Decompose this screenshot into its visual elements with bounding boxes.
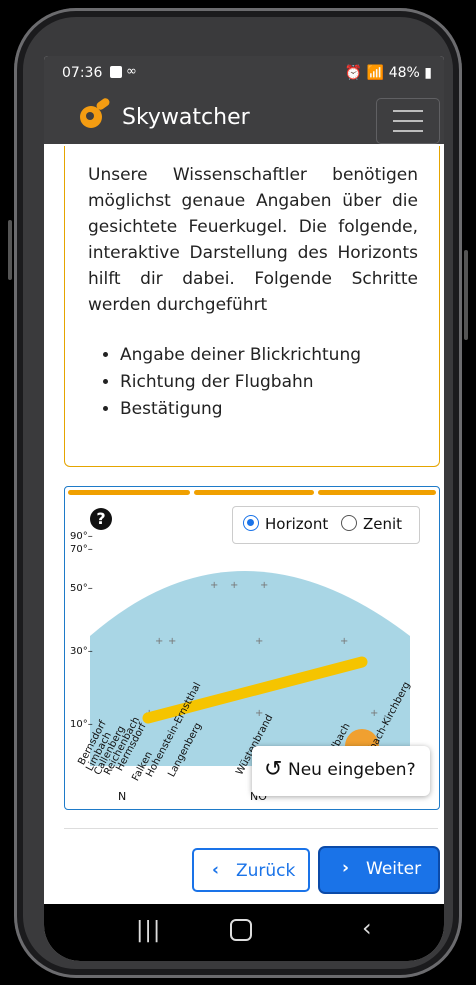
divider: [64, 828, 438, 829]
progress-step-1: [68, 490, 190, 495]
direction-label: N: [118, 790, 127, 803]
menu-toggle-button[interactable]: [376, 98, 440, 144]
reset-label[interactable]: Neu eingeben?: [288, 760, 416, 780]
svg-text:+: +: [168, 636, 176, 647]
back-label: Zurück: [236, 861, 296, 881]
hamburger-line: [393, 120, 423, 122]
svg-text:+: +: [370, 708, 378, 719]
battery-level: 48%: [388, 65, 420, 81]
back-nav-icon[interactable]: ‹: [362, 914, 372, 942]
radio-zenit-label[interactable]: Zenit: [363, 515, 402, 533]
elevation-label: 90°–: [70, 531, 93, 542]
svg-text:+: +: [230, 580, 238, 591]
hamburger-line: [393, 130, 423, 132]
intro-text: Unsere Wissenschaftler benötigen möglich…: [88, 165, 418, 315]
elevation-axis: 90°– 70°– 50°– 30°– 10°–: [70, 530, 93, 731]
progress-step-2: [194, 490, 314, 495]
chevron-left-icon: ‹: [212, 860, 220, 880]
radio-zenit[interactable]: [341, 515, 357, 531]
wifi-signal-icon: 📶: [366, 65, 385, 81]
status-right: ⏰ 📶 48% ▮: [345, 65, 432, 81]
link-icon: ∞: [126, 64, 137, 79]
status-bar: 07:36 ∞ ⏰ 📶 48% ▮: [44, 56, 444, 92]
undo-icon: ↺: [264, 757, 283, 782]
svg-text:+: +: [260, 580, 268, 591]
system-navigation-bar: ||| ‹: [44, 904, 444, 961]
power-button: [464, 250, 468, 340]
back-button[interactable]: ‹ Zurück: [192, 848, 310, 892]
chevron-right-icon: ›: [342, 858, 350, 878]
radio-horizont-label[interactable]: Horizont: [265, 515, 328, 533]
svg-text:+: +: [210, 580, 218, 591]
status-time: 07:36: [62, 65, 103, 81]
elevation-label: 50°–: [70, 583, 93, 594]
svg-text:+: +: [155, 636, 163, 647]
app-navbar: Skywatcher: [44, 92, 444, 144]
elevation-label: 30°–: [70, 646, 93, 657]
volume-button: [8, 220, 12, 280]
radio-horizont[interactable]: [243, 515, 259, 531]
svg-text:+: +: [255, 636, 263, 647]
alarm-icon: ⏰: [344, 65, 363, 81]
progress-step-3: [318, 490, 436, 495]
step-item: Angabe deiner Blickrichtung: [120, 342, 361, 369]
next-button[interactable]: › Weiter: [320, 848, 438, 892]
app-title[interactable]: Skywatcher: [122, 105, 250, 130]
comet-logo-icon[interactable]: [80, 106, 102, 128]
reset-popup[interactable]: ↺ Neu eingeben?: [252, 746, 430, 796]
view-mode-selector: Horizont Zenit: [232, 506, 420, 544]
hamburger-line: [393, 110, 423, 112]
elevation-label: 10°–: [70, 719, 93, 730]
battery-icon: ▮: [424, 65, 432, 81]
recent-apps-icon[interactable]: |||: [136, 918, 161, 943]
elevation-label: 70°–: [70, 544, 93, 555]
notification-icon: [110, 66, 122, 78]
home-icon[interactable]: [230, 919, 252, 941]
next-label: Weiter: [366, 859, 422, 879]
svg-text:+: +: [340, 636, 348, 647]
step-item: Bestätigung: [120, 396, 361, 423]
steps-list: Angabe deiner Blickrichtung Richtung der…: [100, 342, 361, 423]
step-item: Richtung der Flugbahn: [120, 369, 361, 396]
screen: 07:36 ∞ ⏰ 📶 48% ▮ Skywatcher Unsere Wiss…: [44, 56, 444, 961]
help-icon[interactable]: ?: [90, 508, 112, 530]
